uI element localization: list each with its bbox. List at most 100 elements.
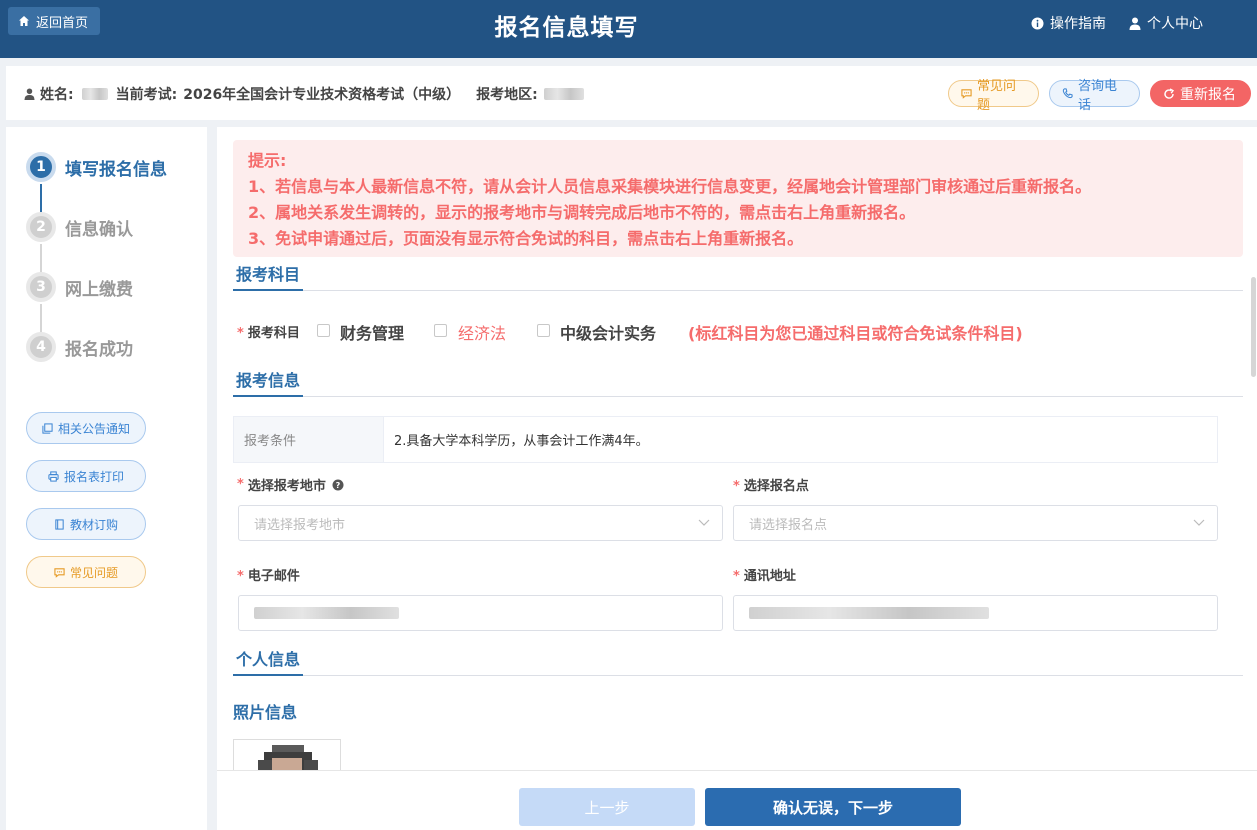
exempt-note: (标红科目为您已通过科目或符合免试条件科目) bbox=[688, 324, 1023, 343]
checkbox-financial-management[interactable] bbox=[317, 324, 330, 337]
address-value-redacted bbox=[749, 607, 989, 619]
address-field[interactable] bbox=[733, 595, 1218, 631]
alert-line: 3、免试申请通过后，页面没有显示符合免试的科目，需点击右上角重新报名。 bbox=[248, 229, 804, 248]
form-footer: 上一步 确认无误，下一步 bbox=[217, 770, 1257, 830]
city-label: * 选择报考地市 ? bbox=[237, 475, 344, 494]
site-select[interactable]: 请选择报名点 bbox=[733, 505, 1218, 541]
section-subjects: 报考科目 bbox=[233, 261, 1243, 291]
question-circle-icon[interactable]: ? bbox=[332, 479, 344, 491]
candidate-info-bar: 姓名: 当前考试: 2026年全国会计专业技术资格考试（中级） 报考地区: 常见… bbox=[6, 66, 1257, 120]
step-number: 3 bbox=[26, 272, 56, 302]
email-value-redacted bbox=[254, 607, 399, 619]
step-sidebar: 1 填写报名信息 2 信息确认 3 网上缴费 4 报名成功 相关公告通知 报名表… bbox=[6, 127, 207, 830]
step-online-payment: 3 网上缴费 bbox=[26, 272, 133, 302]
address-label: * 通讯地址 bbox=[733, 565, 796, 584]
phone-label: 咨询电话 bbox=[1078, 78, 1118, 113]
subjects-label: * 报考科目 bbox=[237, 322, 300, 341]
chevron-down-icon bbox=[698, 519, 710, 527]
phone-button[interactable]: 咨询电话 bbox=[1049, 79, 1140, 113]
notice-alert: 提示: 1、若信息与本人最新信息不符，请从会计人员信息采集模块进行信息变更，经属… bbox=[233, 140, 1243, 257]
name-value-redacted bbox=[81, 88, 108, 100]
textbook-button[interactable]: 教材订购 bbox=[26, 508, 146, 540]
step-number: 1 bbox=[26, 152, 56, 182]
user-center-label: 个人中心 bbox=[1147, 16, 1203, 32]
step-success: 4 报名成功 bbox=[26, 332, 133, 362]
section-exam-info: 报考信息 bbox=[233, 367, 1243, 397]
chat-icon bbox=[961, 88, 972, 99]
step-label: 信息确认 bbox=[65, 219, 133, 240]
user-center-link[interactable]: 个人中心 bbox=[1129, 13, 1203, 33]
city-select[interactable]: 请选择报考地市 bbox=[238, 505, 723, 541]
condition-value: 2.具备大学本科学历，从事会计工作满4年。 bbox=[394, 434, 649, 449]
section-title: 报考科目 bbox=[233, 261, 304, 291]
phone-icon bbox=[1062, 88, 1073, 99]
required-mark: * bbox=[733, 569, 740, 584]
condition-label: 报考条件 bbox=[234, 417, 384, 462]
step-number: 4 bbox=[26, 332, 56, 362]
scrollbar[interactable] bbox=[1251, 277, 1256, 377]
info-icon bbox=[1031, 17, 1044, 30]
step-fill-info: 1 填写报名信息 bbox=[26, 152, 167, 182]
section-title: 报考信息 bbox=[233, 367, 304, 397]
step-label: 网上缴费 bbox=[65, 279, 133, 300]
photo-info-title: 照片信息 bbox=[233, 703, 298, 722]
confirm-next-button[interactable]: 确认无误，下一步 bbox=[705, 788, 961, 826]
top-header: 返回首页 报名信息填写 操作指南 个人中心 bbox=[0, 0, 1257, 58]
step-number: 2 bbox=[26, 212, 56, 242]
alert-line: 1、若信息与本人最新信息不符，请从会计人员信息采集模块进行信息变更，经属地会计管… bbox=[248, 177, 1092, 196]
checkbox-economic-law[interactable] bbox=[434, 324, 447, 337]
email-field[interactable] bbox=[238, 595, 723, 631]
chevron-down-icon bbox=[1193, 519, 1205, 527]
refresh-icon bbox=[1163, 87, 1175, 100]
exam-value: 2026年全国会计专业技术资格考试（中级） bbox=[183, 87, 461, 103]
previous-button[interactable]: 上一步 bbox=[519, 788, 695, 826]
step-confirm-info: 2 信息确认 bbox=[26, 212, 133, 242]
section-title: 个人信息 bbox=[233, 646, 304, 676]
printer-icon bbox=[48, 470, 59, 482]
textbook-label: 教材订购 bbox=[69, 517, 118, 532]
required-mark: * bbox=[237, 477, 244, 492]
step-label: 报名成功 bbox=[65, 339, 133, 360]
notice-button[interactable]: 相关公告通知 bbox=[26, 412, 146, 444]
checkbox-intermediate-accounting[interactable] bbox=[537, 324, 550, 337]
section-personal-info: 个人信息 bbox=[233, 646, 1243, 676]
reapply-label: 重新报名 bbox=[1180, 86, 1236, 103]
guide-link[interactable]: 操作指南 bbox=[1031, 13, 1106, 33]
required-mark: * bbox=[237, 326, 244, 341]
page-title: 报名信息填写 bbox=[494, 15, 639, 41]
sidebar-faq-button[interactable]: 常见问题 bbox=[26, 556, 146, 588]
alert-line: 2、属地关系发生调转的，显示的报考地市与调转完成后地市不符的，需点击右上角重新报… bbox=[248, 203, 916, 222]
faq-button[interactable]: 常见问题 bbox=[948, 79, 1039, 113]
required-mark: * bbox=[237, 569, 244, 584]
reapply-button[interactable]: 重新报名 bbox=[1150, 80, 1251, 107]
option-economic-law: 经济法 bbox=[458, 324, 507, 343]
region-label: 报考地区: bbox=[476, 87, 538, 103]
site-select-placeholder: 请选择报名点 bbox=[749, 517, 828, 533]
svg-text:?: ? bbox=[336, 481, 341, 490]
email-label-text: 电子邮件 bbox=[247, 569, 300, 584]
condition-table: 报考条件 2.具备大学本科学历，从事会计工作满4年。 bbox=[233, 416, 1218, 463]
city-label-text: 选择报考地市 bbox=[247, 479, 326, 494]
subjects-label-text: 报考科目 bbox=[247, 326, 300, 341]
alert-title: 提示: bbox=[248, 151, 287, 170]
address-label-text: 通讯地址 bbox=[743, 569, 796, 584]
user-icon bbox=[1129, 17, 1141, 30]
city-select-placeholder: 请选择报考地市 bbox=[254, 517, 346, 533]
step-connector bbox=[40, 244, 42, 272]
email-label: * 电子邮件 bbox=[237, 565, 300, 584]
step-label: 填写报名信息 bbox=[65, 159, 167, 180]
exam-label: 当前考试: bbox=[115, 87, 178, 103]
notice-label: 相关公告通知 bbox=[57, 421, 130, 436]
option-financial-management: 财务管理 bbox=[340, 324, 405, 343]
site-label-text: 选择报名点 bbox=[743, 479, 809, 494]
region-value-redacted bbox=[543, 88, 584, 100]
sidebar-faq-label: 常见问题 bbox=[69, 565, 118, 580]
faq-label: 常见问题 bbox=[977, 78, 1017, 113]
print-form-button[interactable]: 报名表打印 bbox=[26, 460, 146, 492]
user-icon bbox=[24, 88, 35, 100]
guide-label: 操作指南 bbox=[1050, 16, 1106, 32]
site-label: * 选择报名点 bbox=[733, 475, 809, 494]
book-icon bbox=[54, 518, 65, 530]
step-connector bbox=[40, 184, 42, 212]
candidate-info: 姓名: 当前考试: 2026年全国会计专业技术资格考试（中级） 报考地区: bbox=[24, 84, 584, 104]
